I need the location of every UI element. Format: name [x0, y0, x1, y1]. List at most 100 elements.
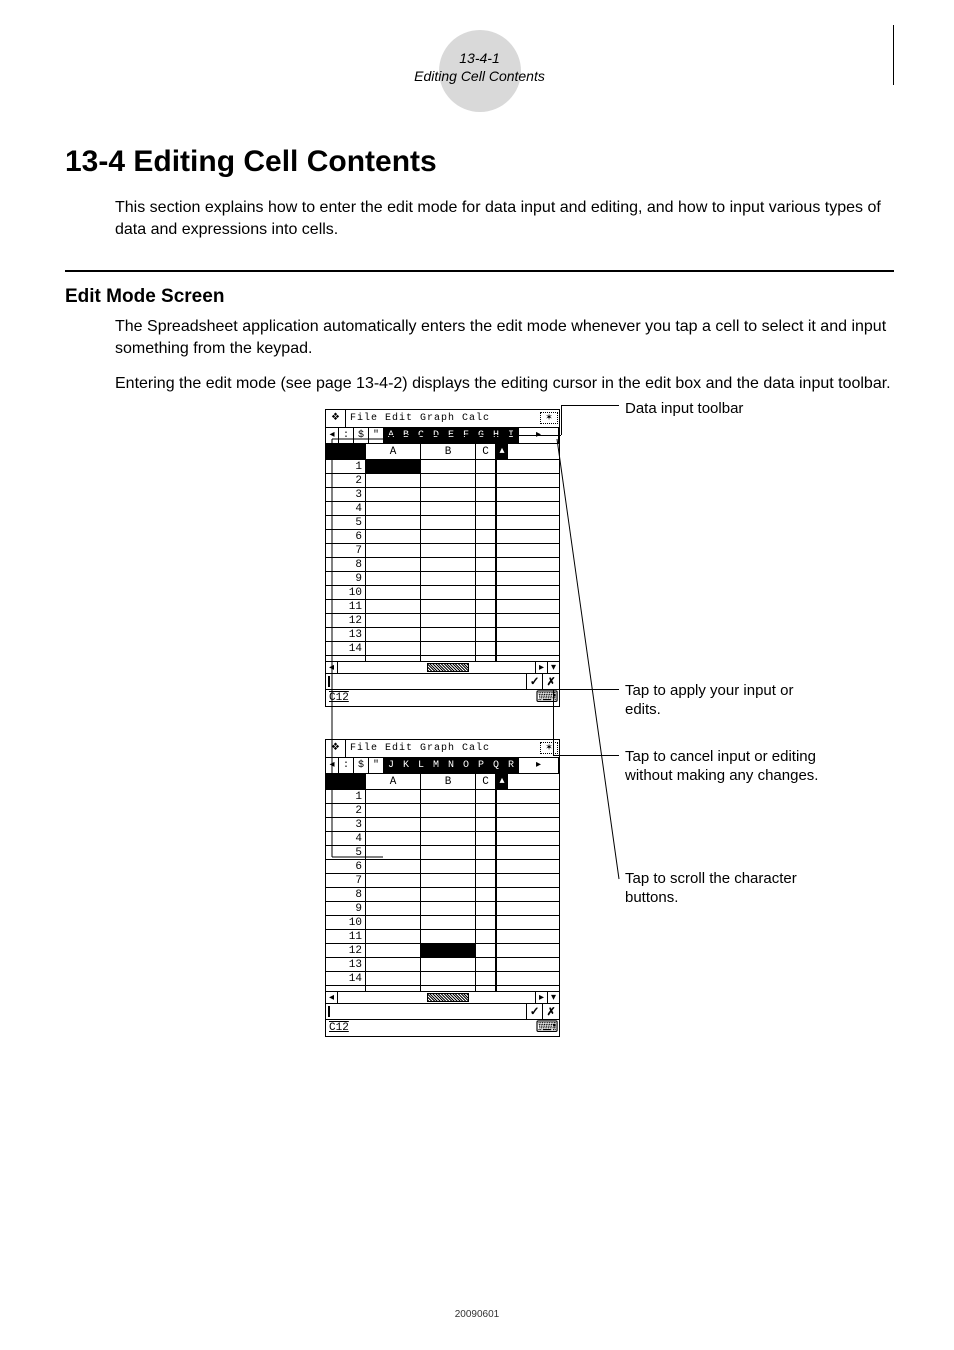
cell[interactable]	[421, 790, 476, 803]
cell[interactable]	[476, 888, 496, 901]
scrollbar-vertical[interactable]	[496, 572, 508, 585]
scrollbar-vertical[interactable]	[496, 530, 508, 543]
scrollbar-vertical[interactable]	[496, 642, 508, 655]
row-header[interactable]: 13	[326, 628, 366, 641]
edit-box[interactable]	[326, 1004, 527, 1019]
cell[interactable]	[476, 628, 496, 641]
row-header[interactable]: 3	[326, 818, 366, 831]
cell[interactable]	[476, 930, 496, 943]
cell[interactable]	[366, 558, 421, 571]
cell[interactable]	[366, 614, 421, 627]
scrollbar-horizontal[interactable]	[338, 992, 535, 1003]
toolbar-char[interactable]: K	[399, 758, 414, 773]
column-header[interactable]: B	[421, 774, 476, 789]
cell[interactable]	[476, 544, 496, 557]
row-header[interactable]: 12	[326, 614, 366, 627]
row-header[interactable]: 12	[326, 944, 366, 957]
scrollbar-vertical[interactable]	[496, 958, 508, 971]
row-header[interactable]: 13	[326, 958, 366, 971]
toolbar-char[interactable]: J	[384, 758, 399, 773]
cell[interactable]	[366, 874, 421, 887]
cell[interactable]	[366, 572, 421, 585]
toolbar-char[interactable]: $	[354, 428, 369, 443]
app-icon[interactable]: ❖	[326, 740, 346, 757]
cell[interactable]	[421, 516, 476, 529]
cell[interactable]	[421, 860, 476, 873]
scrollbar-vertical[interactable]	[496, 972, 508, 985]
cancel-button[interactable]: ✗	[543, 674, 559, 689]
close-icon[interactable]: ✶	[540, 412, 558, 424]
scrollbar-vertical[interactable]	[496, 832, 508, 845]
cell[interactable]	[421, 958, 476, 971]
row-header[interactable]: 5	[326, 516, 366, 529]
scrollbar-vertical[interactable]	[496, 558, 508, 571]
cell[interactable]	[421, 930, 476, 943]
column-header[interactable]: B	[421, 444, 476, 459]
cell[interactable]	[366, 530, 421, 543]
cell[interactable]	[366, 930, 421, 943]
cell[interactable]	[421, 544, 476, 557]
cell[interactable]	[421, 600, 476, 613]
row-header[interactable]: 4	[326, 502, 366, 515]
cell[interactable]	[421, 888, 476, 901]
cell[interactable]	[476, 818, 496, 831]
cell[interactable]	[476, 614, 496, 627]
cell[interactable]	[476, 916, 496, 929]
row-header[interactable]: 4	[326, 832, 366, 845]
row-header[interactable]: 11	[326, 930, 366, 943]
cell[interactable]	[421, 558, 476, 571]
cell[interactable]	[366, 586, 421, 599]
scrollbar-vertical[interactable]	[496, 614, 508, 627]
row-header[interactable]: 7	[326, 874, 366, 887]
row-header[interactable]: 8	[326, 558, 366, 571]
scrollbar-horizontal[interactable]	[338, 662, 535, 673]
cell[interactable]	[366, 958, 421, 971]
cell[interactable]	[366, 502, 421, 515]
toolbar-scroll-right[interactable]: ▸	[519, 758, 559, 773]
cell[interactable]	[366, 916, 421, 929]
cell[interactable]	[476, 874, 496, 887]
scrollbar-vertical[interactable]	[496, 790, 508, 803]
cell[interactable]	[476, 958, 496, 971]
cell[interactable]	[421, 916, 476, 929]
row-header[interactable]: 8	[326, 888, 366, 901]
scroll-up-icon[interactable]: ▴	[496, 774, 508, 789]
cell[interactable]	[476, 474, 496, 487]
cell[interactable]	[366, 600, 421, 613]
cell[interactable]	[421, 572, 476, 585]
edit-box[interactable]	[326, 674, 527, 689]
scrollbar-vertical[interactable]	[496, 804, 508, 817]
cell[interactable]	[476, 860, 496, 873]
cell[interactable]	[421, 944, 476, 957]
row-header[interactable]: 5	[326, 846, 366, 859]
cell[interactable]	[476, 502, 496, 515]
cell[interactable]	[421, 488, 476, 501]
row-header[interactable]: 6	[326, 530, 366, 543]
toolbar-char[interactable]: $	[354, 758, 369, 773]
cell[interactable]	[476, 586, 496, 599]
row-header[interactable]: 6	[326, 860, 366, 873]
scroll-down-icon[interactable]: ▾	[547, 662, 559, 673]
cell[interactable]	[476, 530, 496, 543]
row-header[interactable]: 2	[326, 804, 366, 817]
scroll-left-icon[interactable]: ◂	[326, 662, 338, 673]
apply-button[interactable]: ✓	[527, 1004, 543, 1019]
scrollbar-vertical[interactable]	[496, 874, 508, 887]
cell[interactable]	[476, 516, 496, 529]
row-header[interactable]: 2	[326, 474, 366, 487]
cell[interactable]	[421, 972, 476, 985]
row-header[interactable]: 10	[326, 916, 366, 929]
scrollbar-vertical[interactable]	[496, 600, 508, 613]
cell[interactable]	[366, 860, 421, 873]
cell[interactable]	[366, 544, 421, 557]
scrollbar-vertical[interactable]	[496, 916, 508, 929]
row-header[interactable]: 7	[326, 544, 366, 557]
scroll-right-icon[interactable]: ▸	[535, 992, 547, 1003]
select-all[interactable]	[326, 774, 366, 789]
toolbar-char[interactable]: N	[444, 758, 459, 773]
menu-bar[interactable]: File Edit Graph Calc	[346, 743, 539, 754]
cell[interactable]	[476, 972, 496, 985]
cell[interactable]	[476, 558, 496, 571]
cell[interactable]	[366, 846, 421, 859]
cell[interactable]	[421, 460, 476, 473]
